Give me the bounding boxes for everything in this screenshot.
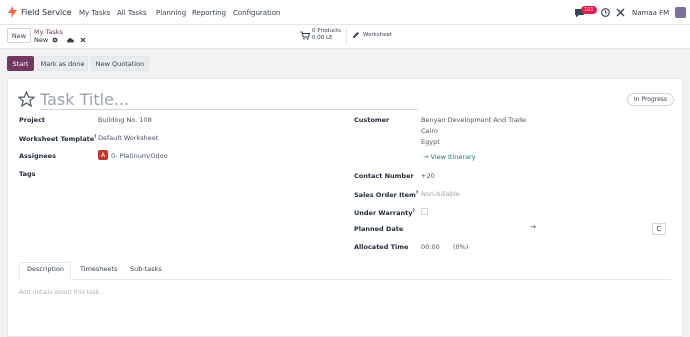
pencil-icon[interactable]	[352, 31, 360, 39]
date-range-arrow-icon: →	[530, 223, 536, 231]
under-warranty-checkbox[interactable]	[421, 208, 428, 215]
allocated-time-percent: (0%)	[453, 243, 469, 251]
customer-country: Egypt	[421, 138, 440, 146]
breadcrumb-current: New	[34, 36, 49, 44]
assignees-label: Assignees	[19, 152, 56, 160]
save-cloud-icon[interactable]	[66, 37, 74, 43]
stage-badge[interactable]: In Progress	[627, 93, 674, 106]
products-count[interactable]: 0 Products	[312, 28, 341, 34]
control-panel: New My Tasks New 0 Products 0.00 LE Work…	[0, 25, 690, 49]
company-name[interactable]: Namaa FM	[632, 9, 669, 17]
project-label: Project	[19, 116, 46, 124]
description-editor[interactable]: Add details about this task...	[19, 288, 659, 318]
favorite-star-icon[interactable]	[18, 91, 35, 107]
contact-number-label: Contact Number	[354, 172, 414, 180]
discard-x-icon[interactable]	[80, 37, 86, 43]
worksheet-help-sup[interactable]: ?	[94, 134, 96, 139]
customer-city: Cairo	[421, 127, 438, 135]
assignee-tag[interactable]: 0- Platinum/Odoo	[111, 152, 168, 160]
top-navbar: Field Service My Tasks All Tasks Plannin…	[0, 0, 690, 25]
worksheet-template-field[interactable]: Default Worksheet	[98, 134, 158, 142]
contact-number-field[interactable]: +20	[421, 172, 435, 180]
sales-order-item-label: Sales Order Item?	[354, 190, 418, 199]
assignee-avatar: A	[98, 150, 108, 160]
view-itinerary-text: View Itinerary	[430, 153, 476, 161]
menu-reporting[interactable]: Reporting	[192, 9, 226, 17]
user-avatar[interactable]	[675, 7, 686, 18]
planned-date-label: Planned Date	[354, 225, 404, 233]
tags-label: Tags	[19, 170, 36, 178]
worksheet-button[interactable]: Worksheet	[363, 32, 392, 38]
sales-order-item-field[interactable]: Non-billable	[421, 190, 460, 198]
task-title-placeholder: Task Title...	[40, 90, 130, 109]
customer-label: Customer	[354, 116, 390, 124]
menu-configuration[interactable]: Configuration	[233, 9, 280, 17]
products-total: 0.00 LE	[312, 35, 333, 41]
tab-timesheets[interactable]: Timesheets	[80, 265, 117, 273]
menu-my-tasks[interactable]: My Tasks	[79, 9, 110, 17]
menu-all-tasks[interactable]: All Tasks	[117, 9, 147, 17]
new-button[interactable]: New	[7, 28, 31, 43]
cart-icon[interactable]	[300, 31, 310, 40]
settings-gear-icon[interactable]	[52, 37, 58, 43]
task-title-input[interactable]: Task Title...	[40, 90, 418, 110]
allocated-time-label: Allocated Time	[354, 243, 409, 251]
planned-date-start-input[interactable]	[421, 223, 521, 234]
worksheet-template-label: Worksheet Template?	[19, 134, 96, 143]
activity-clock-icon[interactable]	[601, 8, 610, 17]
description-placeholder: Add details about this task...	[19, 289, 105, 296]
chat-badge: 101	[581, 6, 597, 14]
warranty-help-sup[interactable]: ?	[413, 208, 415, 213]
mark-as-done-button[interactable]: Mark as done	[37, 56, 88, 71]
worksheet-template-text: Worksheet Template	[19, 135, 95, 144]
start-button[interactable]: Start	[7, 56, 34, 71]
menu-planning[interactable]: Planning	[156, 9, 186, 17]
allocated-time-field[interactable]: 00:00	[421, 243, 440, 251]
tab-description[interactable]: Description	[27, 265, 64, 273]
tabs-divider	[19, 279, 671, 280]
tab-sub-tasks[interactable]: Sub-tasks	[130, 265, 162, 273]
sales-help-sup[interactable]: ?	[416, 190, 418, 195]
customer-name[interactable]: Benyan Development And Trade	[421, 116, 526, 124]
app-name[interactable]: Field Service	[21, 8, 72, 17]
divider	[346, 27, 347, 45]
breadcrumb-my-tasks[interactable]: My Tasks	[34, 28, 63, 36]
field-service-logo-icon[interactable]	[8, 6, 17, 18]
under-warranty-label: Under Warranty?	[354, 208, 415, 217]
calendar-icon[interactable]: C	[652, 223, 666, 235]
tags-input[interactable]	[98, 168, 328, 179]
sales-order-item-text: Sales Order Item	[354, 191, 416, 200]
view-itinerary-link[interactable]: → View Itinerary	[423, 153, 476, 161]
project-field[interactable]: Building No. 108	[98, 116, 152, 124]
new-quotation-button[interactable]: New Quotation	[91, 56, 149, 71]
debug-tools-icon[interactable]	[616, 8, 625, 17]
under-warranty-text: Under Warranty	[354, 209, 413, 218]
